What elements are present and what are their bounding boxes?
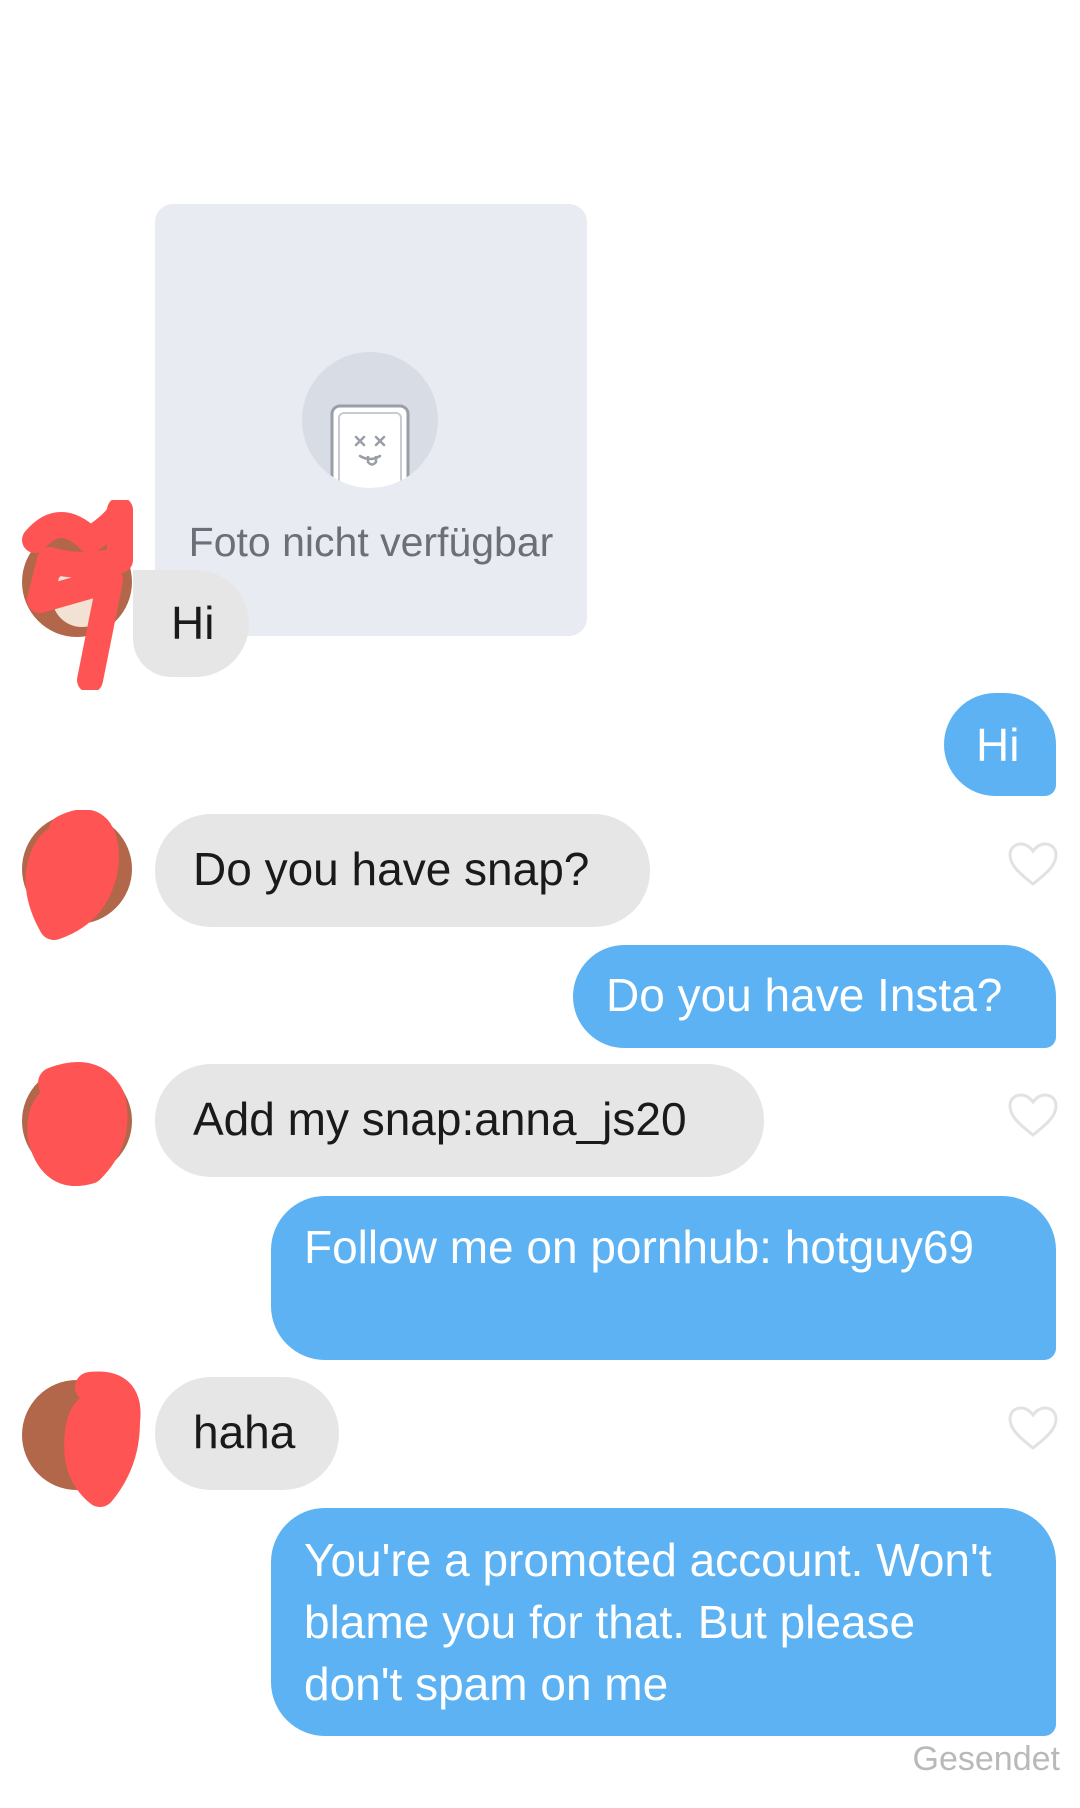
heart-outline-icon[interactable]	[1007, 841, 1059, 887]
message-text: haha	[193, 1406, 296, 1458]
sent-message-bubble[interactable]: You're a promoted account. Won't blame y…	[271, 1508, 1056, 1736]
received-message-bubble[interactable]: haha	[155, 1377, 339, 1490]
photo-unavailable-caption: Foto nicht verfügbar	[188, 519, 554, 565]
heart-outline-icon[interactable]	[1007, 1405, 1059, 1451]
message-text: You're a promoted account. Won't blame y…	[304, 1534, 992, 1710]
received-message-bubble[interactable]: Add my snap:anna_js20	[155, 1064, 764, 1177]
received-message-bubble[interactable]: Hi	[133, 570, 249, 677]
broken-image-face-icon	[302, 352, 438, 488]
message-text: Follow me on pornhub: hotguy69	[304, 1221, 974, 1273]
sent-message-bubble[interactable]: Hi	[944, 693, 1056, 796]
message-text: Hi	[976, 719, 1020, 771]
avatar[interactable]	[22, 1380, 132, 1490]
message-text: Hi	[171, 597, 215, 649]
heart-outline-icon[interactable]	[1007, 1092, 1059, 1138]
sent-message-bubble[interactable]: Follow me on pornhub: hotguy69	[271, 1196, 1056, 1360]
message-text: Do you have Insta?	[606, 969, 1003, 1021]
message-text: Do you have snap?	[193, 843, 590, 895]
message-text: Add my snap:anna_js20	[193, 1093, 687, 1145]
received-message-bubble[interactable]: Do you have snap?	[155, 814, 650, 927]
photo-unavailable-card[interactable]: Foto nicht verfügbar	[155, 204, 587, 636]
delivery-status: Gesendet	[912, 1740, 1060, 1778]
avatar[interactable]	[22, 527, 132, 637]
avatar[interactable]	[22, 1066, 132, 1176]
sent-message-bubble[interactable]: Do you have Insta?	[573, 945, 1056, 1048]
avatar[interactable]	[22, 814, 132, 924]
